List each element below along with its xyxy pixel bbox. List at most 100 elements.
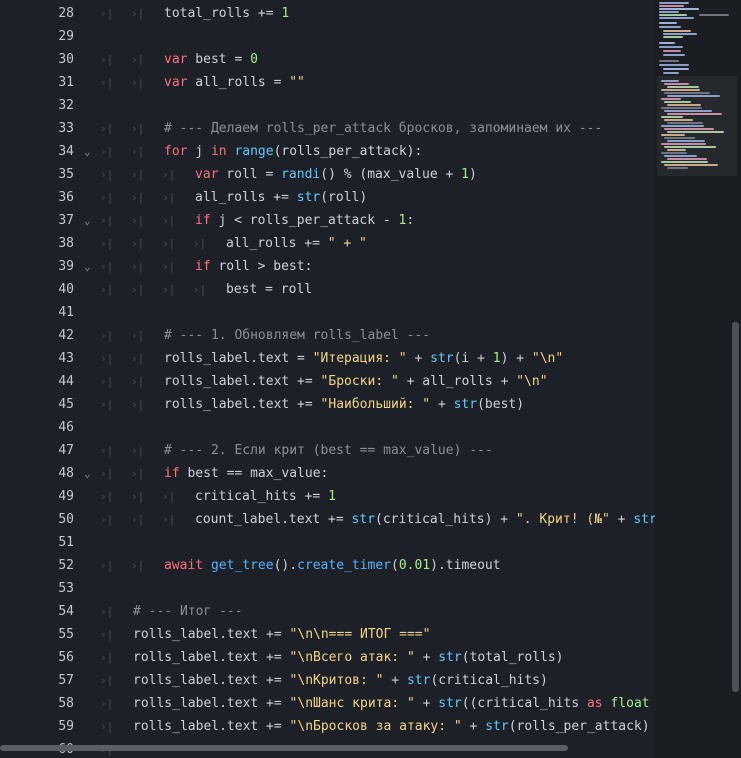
code-line[interactable]: 45 ›| ›| rolls_label.text += "Наибольший: "… xyxy=(0,393,655,416)
line-number: 28 xyxy=(58,6,74,21)
code-text: rolls_label.text += "\n\n=== ИТОГ ===" xyxy=(133,627,431,642)
minimap-line xyxy=(664,110,712,112)
code-line[interactable]: 29 xyxy=(0,25,655,48)
minimap-line xyxy=(659,14,687,16)
indent-marker-icon: ›| xyxy=(100,444,114,457)
fold-chevron-icon[interactable]: ⌄ xyxy=(84,255,98,278)
indent-marker-icon: ›| xyxy=(100,122,114,135)
code-text: rolls_label.text = "Итерация: " + str(i … xyxy=(164,351,564,366)
indent-marker-icon: ›| xyxy=(162,490,176,503)
indent-marker-icon: ›| xyxy=(100,237,114,250)
code-text: rolls_label.text += "\nВсего атак: " + s… xyxy=(133,650,564,665)
indent-marker-icon: ›| xyxy=(100,513,114,526)
line-number: 49 xyxy=(58,489,74,504)
code-line[interactable]: 52 ›| ›| await get_tree().create_timer(0.01… xyxy=(0,554,655,577)
code-line[interactable]: 28 ›| ›| total_rolls += 1 xyxy=(0,2,655,25)
code-line[interactable]: 31 ›| ›| var all_rolls = "" xyxy=(0,71,655,94)
code-line[interactable]: 47 ›| ›| # --- 2. Если крит (best == max_va… xyxy=(0,439,655,462)
indent-marker-icon: ›| xyxy=(100,53,114,66)
line-number: 40 xyxy=(58,282,74,297)
code-text: if best == max_value: xyxy=(164,466,329,481)
code-line[interactable]: 32 xyxy=(0,94,655,117)
code-line[interactable]: 56 ›| rolls_label.text += "\nВсего атак: "… xyxy=(0,646,655,669)
code-text: # --- Итог --- xyxy=(133,604,243,619)
minimap-line xyxy=(699,14,729,16)
minimap[interactable] xyxy=(655,0,741,758)
code-text: rolls_label.text += "\nКритов: " + str(c… xyxy=(133,673,548,688)
indent-marker-icon: ›| xyxy=(131,329,145,342)
indent-marker-icon: ›| xyxy=(131,122,145,135)
line-number: 43 xyxy=(58,351,74,366)
code-line[interactable]: 46 xyxy=(0,416,655,439)
code-editor[interactable]: 28 ›| ›| total_rolls += 1 29 30 ›| ›| var best =… xyxy=(0,0,655,758)
minimap-line xyxy=(663,72,679,74)
indent-marker-icon: ›| xyxy=(162,260,176,273)
indent-marker-icon: ›| xyxy=(131,398,145,411)
code-line[interactable]: 49 ›| ›| ›| critical_hits += 1 xyxy=(0,485,655,508)
code-line[interactable]: 55 ›| rolls_label.text += "\n\n=== ИТОГ ==… xyxy=(0,623,655,646)
code-line[interactable]: 44 ›| ›| rolls_label.text += "Броски: " + a… xyxy=(0,370,655,393)
minimap-line xyxy=(664,155,697,157)
minimap-line xyxy=(663,68,689,70)
fold-chevron-icon[interactable]: ⌄ xyxy=(84,462,98,485)
line-number: 31 xyxy=(58,75,74,90)
code-line[interactable]: 53 xyxy=(0,577,655,600)
indent-marker-icon: ›| xyxy=(131,260,145,273)
indent-marker-icon: ›| xyxy=(100,605,114,618)
code-line[interactable]: 58 ›| rolls_label.text += "\nШанс крита: "… xyxy=(0,692,655,715)
minimap-line xyxy=(664,101,691,103)
indent-marker-icon: ›| xyxy=(100,7,114,20)
code-line[interactable]: 41 xyxy=(0,301,655,324)
indent-marker-icon: ›| xyxy=(131,191,145,204)
line-number: 38 xyxy=(58,236,74,251)
fold-chevron-icon[interactable]: ⌄ xyxy=(84,140,98,163)
code-line[interactable]: 43 ›| ›| rolls_label.text = "Итерация: " + … xyxy=(0,347,655,370)
minimap-line xyxy=(661,152,687,154)
indent-marker-icon: ›| xyxy=(100,720,114,733)
code-line[interactable]: 38 ›| ›| ›| ›| all_rolls += " + " xyxy=(0,232,655,255)
minimap-line xyxy=(659,42,675,44)
minimap-line xyxy=(667,149,686,151)
minimap-line xyxy=(661,143,706,145)
code-line[interactable]: 37 ⌄ ›| ›| ›| if j < rolls_per_attack - 1: xyxy=(0,209,655,232)
vertical-scrollbar[interactable] xyxy=(732,322,739,692)
code-line[interactable]: 50 ›| ›| ›| count_label.text += str(critical… xyxy=(0,508,655,531)
code-line[interactable]: 40 ›| ›| ›| ›| best = roll xyxy=(0,278,655,301)
indent-marker-icon: ›| xyxy=(162,283,176,296)
code-line[interactable]: 30 ›| ›| var best = 0 xyxy=(0,48,655,71)
line-number: 42 xyxy=(58,328,74,343)
indent-marker-icon: ›| xyxy=(162,214,176,227)
line-number: 45 xyxy=(58,397,74,412)
code-line[interactable]: 34 ⌄ ›| ›| for j in range(rolls_per_attack): xyxy=(0,140,655,163)
indent-marker-icon: ›| xyxy=(162,513,176,526)
indent-marker-icon: ›| xyxy=(131,145,145,158)
code-line[interactable]: 35 ›| ›| ›| var roll = randi() % (max_value … xyxy=(0,163,655,186)
minimap-line xyxy=(659,17,694,19)
code-line[interactable]: 39 ⌄ ›| ›| ›| if roll > best: xyxy=(0,255,655,278)
code-line[interactable]: 48 ⌄ ›| ›| if best == max_value: xyxy=(0,462,655,485)
indent-marker-icon: ›| xyxy=(100,191,114,204)
code-line[interactable]: 59 ›| rolls_label.text += "\nБросков за ат… xyxy=(0,715,655,738)
minimap-line xyxy=(664,83,689,85)
minimap-line xyxy=(664,119,693,121)
indent-marker-icon: ›| xyxy=(100,168,114,181)
minimap-line xyxy=(659,26,681,28)
code-text: await get_tree().create_timer(0.01).time… xyxy=(164,558,501,573)
indent-marker-icon: ›| xyxy=(100,697,114,710)
code-line[interactable]: 36 ›| ›| ›| all_rolls += str(roll) xyxy=(0,186,655,209)
horizontal-scrollbar[interactable] xyxy=(0,745,568,751)
indent-marker-icon: ›| xyxy=(131,375,145,388)
indent-marker-icon: ›| xyxy=(193,237,207,250)
minimap-line xyxy=(664,164,718,166)
indent-marker-icon: ›| xyxy=(131,444,145,457)
fold-chevron-icon[interactable]: ⌄ xyxy=(84,209,98,232)
minimap-line xyxy=(667,158,707,160)
code-line[interactable]: 54 ›| # --- Итог --- xyxy=(0,600,655,623)
code-line[interactable]: 42 ›| ›| # --- 1. Обновляем rolls_label --- xyxy=(0,324,655,347)
code-line[interactable]: 57 ›| rolls_label.text += "\nКритов: " + s… xyxy=(0,669,655,692)
code-line[interactable]: 51 xyxy=(0,531,655,554)
indent-marker-icon: ›| xyxy=(162,168,176,181)
line-number: 47 xyxy=(58,443,74,458)
indent-marker-icon: ›| xyxy=(100,76,114,89)
code-line[interactable]: 33 ›| ›| # --- Делаем rolls_per_attack брос… xyxy=(0,117,655,140)
